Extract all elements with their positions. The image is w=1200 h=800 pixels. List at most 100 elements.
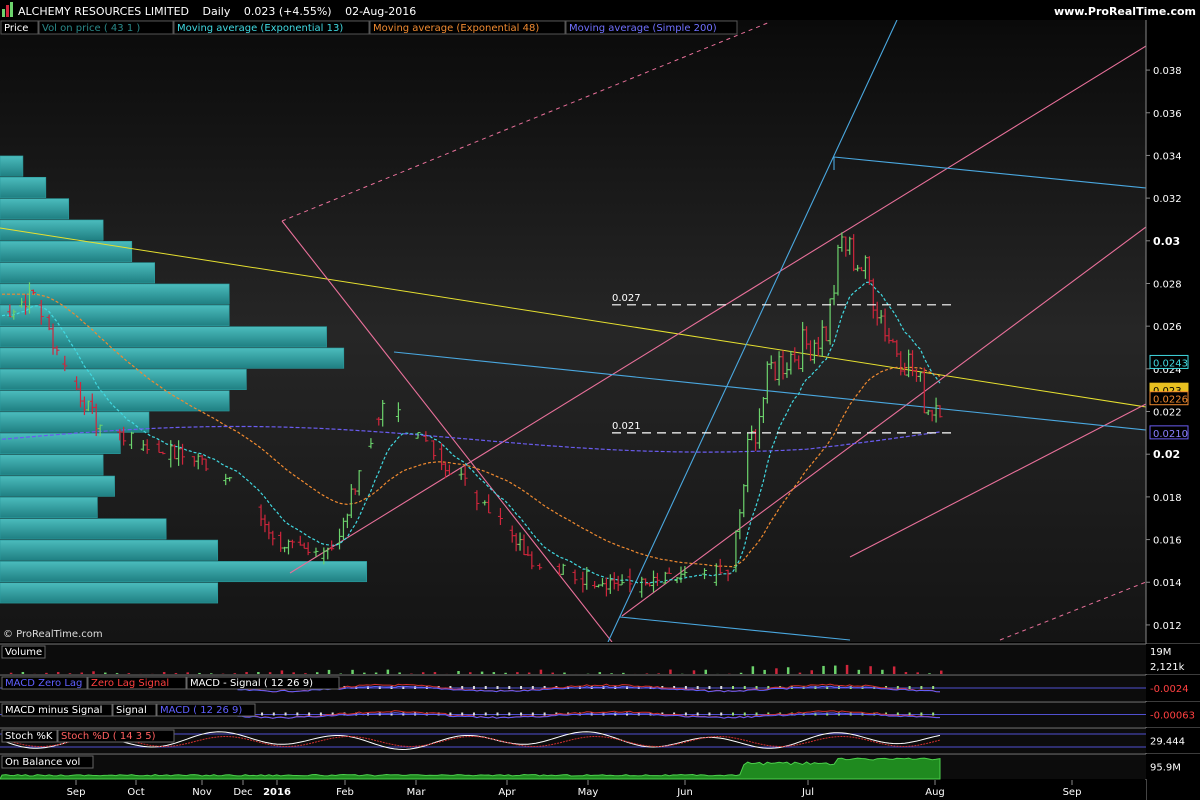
time-axis-panel	[0, 780, 1146, 800]
volume-bar	[21, 671, 25, 674]
y-tick-label: 0.038	[1153, 66, 1182, 77]
macd-histogram-bar	[472, 712, 475, 716]
volume-bar	[351, 669, 354, 674]
x-tick-label: Apr	[498, 787, 516, 798]
panel-title: MACD ( 12 26 9)	[160, 705, 242, 716]
volume-bar	[539, 669, 543, 674]
volume-bar	[186, 672, 189, 674]
macd-histogram-bar	[508, 686, 511, 689]
y-tick-label: 0.026	[1153, 322, 1182, 333]
panel-value: -0.0024	[1150, 684, 1189, 695]
macd-histogram-bar	[920, 686, 923, 689]
volume-bar	[162, 672, 166, 674]
volume-bar	[704, 669, 708, 674]
quote: 0.023 (+4.55%)	[244, 5, 332, 18]
panel-title: On Balance vol	[5, 757, 80, 768]
legend-item-label-4: Moving average (Simple 200)	[569, 23, 717, 34]
panel-volume	[0, 644, 1146, 674]
volume-profile-bar	[0, 262, 156, 284]
macd-histogram-bar	[743, 686, 746, 689]
panel-value: 95.9M	[1150, 763, 1181, 774]
macd-histogram-bar	[449, 712, 452, 716]
volume-bar	[904, 672, 908, 674]
x-tick-label: Sep	[1063, 787, 1082, 798]
volume-bar	[739, 672, 743, 674]
macd-histogram-bar	[720, 686, 723, 689]
macd-histogram-bar	[708, 712, 711, 716]
macd-histogram-bar	[520, 712, 523, 716]
volume-bar	[268, 672, 272, 674]
macd-histogram-bar	[484, 712, 487, 716]
y-tick-label: 0.028	[1153, 279, 1182, 290]
macd-histogram-bar	[484, 686, 487, 689]
volume-bar	[433, 672, 437, 674]
x-tick-label: Jul	[801, 787, 814, 798]
volume-profile-bar	[0, 369, 247, 390]
volume-bar	[834, 665, 837, 674]
legend-item-label-0: Price	[4, 23, 28, 34]
volume-bar	[233, 673, 237, 674]
y-tick-label: 0.012	[1153, 621, 1182, 632]
volume-bar	[56, 672, 60, 674]
volume-profile-bar	[0, 155, 24, 177]
level-label: 0.027	[612, 293, 641, 304]
x-tick-label: Oct	[127, 787, 144, 798]
panel-value: 19M	[1150, 647, 1171, 658]
macd-histogram-bar	[531, 712, 534, 716]
legend-item-label-1: Vol on price ( 43 1 )	[42, 23, 140, 34]
panel-title: Volume	[5, 647, 42, 658]
macd-histogram-bar	[743, 712, 746, 716]
header-title: ALCHEMY RESOURCES LIMITED Daily 0.023 (+…	[18, 5, 416, 18]
macd-histogram-bar	[908, 686, 911, 689]
volume-bar	[127, 673, 131, 674]
volume-bar	[80, 672, 83, 674]
macd-histogram-bar	[496, 712, 499, 716]
macd-histogram-bar	[684, 686, 687, 689]
volume-bar	[257, 672, 260, 674]
volume-bar	[669, 669, 672, 674]
x-tick-label: Nov	[192, 787, 212, 798]
volume-bar	[327, 669, 331, 674]
volume-bar	[198, 672, 201, 674]
instrument-name: ALCHEMY RESOURCES LIMITED	[18, 5, 189, 18]
x-tick-label: Sep	[67, 787, 86, 798]
volume-profile-bar	[0, 198, 70, 220]
macd-histogram-bar	[708, 686, 711, 689]
y-tick-label: 0.018	[1153, 493, 1182, 504]
volume-bar	[386, 669, 390, 674]
volume-bar	[763, 669, 766, 674]
site-link[interactable]: www.ProRealTime.com	[1054, 5, 1196, 18]
panel-title: MACD Zero Lag	[5, 678, 82, 689]
volume-bar	[374, 672, 378, 674]
y-tick-label: 0.014	[1153, 578, 1182, 589]
volume-bar	[798, 672, 802, 674]
volume-profile-bar	[0, 176, 47, 198]
price-chart[interactable]: ALCHEMY RESOURCES LIMITED Daily 0.023 (+…	[0, 0, 1200, 800]
volume-bar	[786, 667, 790, 674]
volume-bar	[551, 672, 554, 674]
macd-histogram-bar	[731, 686, 734, 689]
volume-bar	[881, 669, 884, 674]
volume-bar	[822, 665, 825, 674]
macd-histogram-bar	[296, 712, 299, 716]
panel-value: -0.00063	[1150, 711, 1195, 722]
volume-bar	[480, 671, 484, 674]
macd-histogram-bar	[508, 712, 511, 716]
macd-histogram-bar	[932, 686, 935, 689]
volume-bar	[104, 672, 107, 674]
volume-bar	[892, 666, 896, 674]
x-tick-label: 2016	[263, 787, 291, 798]
volume-bar	[516, 672, 519, 674]
macd-histogram-bar	[319, 712, 322, 716]
x-tick-label: Aug	[925, 787, 945, 798]
volume-bar	[421, 672, 425, 674]
volume-bar	[810, 670, 813, 674]
macd-histogram-bar	[461, 712, 464, 716]
panel-title: Stoch %D ( 14 3 5)	[61, 731, 156, 742]
price-tag-label: 0.0226	[1153, 395, 1188, 406]
volume-bar	[304, 673, 307, 674]
volume-bar	[857, 669, 861, 674]
indicator-panels: Volume 19M 2,121k MACD Zero Lag Zero Lag Sig…	[0, 643, 1200, 780]
volume-bar	[845, 664, 849, 674]
x-tick-label: Jun	[676, 787, 693, 798]
